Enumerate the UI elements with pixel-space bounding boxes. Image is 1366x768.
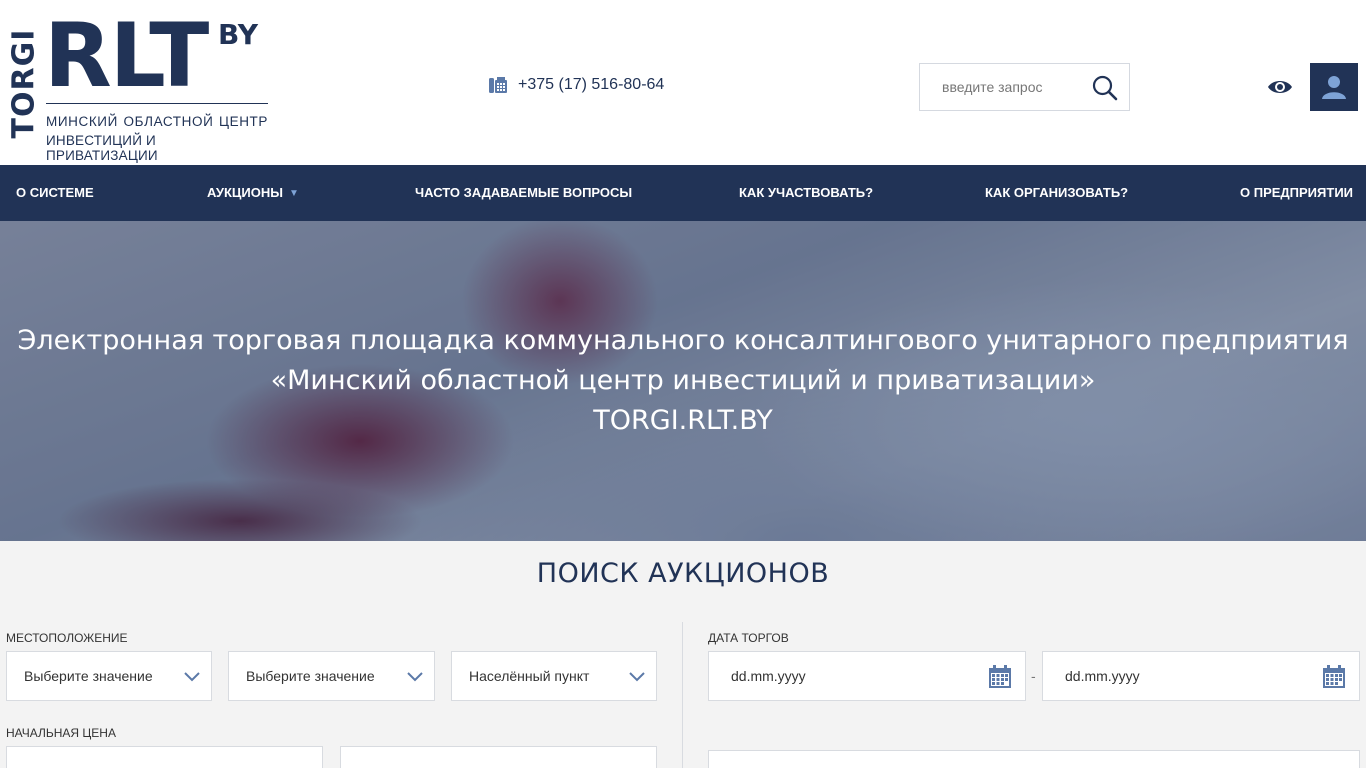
chevron-down-icon [184, 672, 200, 682]
calendar-icon[interactable] [988, 665, 1012, 689]
hero-heading: Электронная торговая площадка коммунальн… [0, 321, 1366, 441]
nav-item-faq[interactable]: ЧАСТО ЗАДАВАЕМЫЕ ВОПРОСЫ [415, 165, 632, 221]
date-from-placeholder: dd.mm.yyyy [731, 668, 806, 684]
search-input[interactable] [920, 64, 1085, 110]
district-select-value: Выберите значение [246, 668, 375, 684]
region-select[interactable]: Выберите значение [6, 651, 212, 701]
logo-subtitle-line2: ИНВЕСТИЦИЙ И ПРИВАТИЗАЦИИ [46, 133, 158, 163]
nav-item-how-to-participate[interactable]: КАК УЧАСТВОВАТЬ? [739, 165, 873, 221]
column-divider [682, 622, 683, 768]
settlement-select[interactable]: Населённый пункт [451, 651, 657, 701]
date-range-separator: - [1031, 668, 1036, 684]
calendar-icon[interactable] [1322, 665, 1346, 689]
date-from-input[interactable]: dd.mm.yyyy [708, 651, 1026, 701]
hero-line2: «Минский областной центр инвестиций и пр… [270, 365, 1096, 396]
price-label: НАЧАЛЬНАЯ ЦЕНА [6, 726, 116, 740]
auction-search-title: ПОИСК АУКЦИОНОВ [536, 558, 830, 589]
keyword-input[interactable] [708, 750, 1360, 768]
nav-item-label: АУКЦИОНЫ [207, 185, 283, 200]
price-to-input[interactable] [340, 746, 657, 768]
header-search [919, 63, 1130, 111]
location-label: МЕСТОПОЛОЖЕНИЕ [6, 631, 128, 645]
nav-item-label: КАК ОРГАНИЗОВАТЬ? [985, 185, 1129, 200]
nav-item-about-company[interactable]: О ПРЕДПРИЯТИИ [1240, 165, 1353, 221]
main-nav: О СИСТЕМЕ АУКЦИОНЫ ▼ ЧАСТО ЗАДАВАЕМЫЕ ВОП… [0, 165, 1366, 221]
phone-icon [489, 77, 507, 93]
hero-banner: Электронная торговая площадка коммунальн… [0, 221, 1366, 541]
chevron-down-icon [629, 672, 645, 682]
region-select-value: Выберите значение [24, 668, 153, 684]
price-from-input[interactable] [6, 746, 323, 768]
chevron-down-icon: ▼ [288, 188, 299, 199]
user-icon [1322, 76, 1346, 99]
nav-item-how-to-organize[interactable]: КАК ОРГАНИЗОВАТЬ? [985, 165, 1128, 221]
nav-item-auctions[interactable]: АУКЦИОНЫ ▼ [207, 165, 299, 221]
user-account-button[interactable] [1310, 63, 1358, 111]
nav-item-about-system[interactable]: О СИСТЕМЕ [16, 165, 94, 221]
site-header: TORGI RLT BY МИНСКИЙ ОБЛАСТНОЙ ЦЕНТР ИНВ… [0, 0, 1366, 165]
phone-contact[interactable]: +375 (17) 516-80-64 [488, 75, 664, 95]
chevron-down-icon [407, 672, 423, 682]
date-to-input[interactable]: dd.mm.yyyy [1042, 651, 1360, 701]
search-icon[interactable] [1091, 74, 1119, 102]
eye-icon[interactable] [1266, 76, 1294, 98]
settlement-select-value: Населённый пункт [469, 668, 590, 684]
date-label: ДАТА ТОРГОВ [708, 631, 789, 645]
district-select[interactable]: Выберите значение [228, 651, 435, 701]
nav-item-label: КАК УЧАСТВОВАТЬ? [739, 185, 874, 200]
date-to-placeholder: dd.mm.yyyy [1065, 668, 1140, 684]
logo-by-text: BY [218, 18, 259, 51]
logo-rlt-text: RLT [44, 4, 209, 107]
logo-subtitle-line1: МИНСКИЙ ОБЛАСТНОЙ ЦЕНТР [46, 114, 268, 129]
phone-number[interactable]: +375 (17) 516-80-64 [518, 76, 664, 94]
logo-divider [46, 103, 268, 104]
nav-item-label: О СИСТЕМЕ [16, 185, 94, 200]
hero-line3: TORGI.RLT.BY [593, 405, 773, 436]
nav-item-label: ЧАСТО ЗАДАВАЕМЫЕ ВОПРОСЫ [415, 185, 633, 200]
hero-line1: Электронная торговая площадка коммунальн… [17, 325, 1349, 356]
logo[interactable]: TORGI RLT BY МИНСКИЙ ОБЛАСТНОЙ ЦЕНТР ИНВ… [4, 12, 274, 163]
nav-item-label: О ПРЕДПРИЯТИИ [1240, 185, 1354, 200]
logo-torgi-text: TORGI [6, 28, 42, 139]
